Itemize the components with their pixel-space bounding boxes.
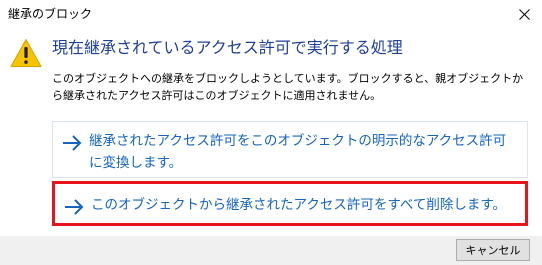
arrow-right-icon bbox=[65, 199, 84, 215]
dialog-description: このオブジェクトへの継承をブロックしようとしています。ブロックすると、親オブジェ… bbox=[52, 72, 524, 102]
cancel-button[interactable]: キャンセル bbox=[456, 239, 530, 261]
convert-permissions-label: 継承されたアクセス許可をこのオブジェクトの明示的なアクセス許可に変換します。 bbox=[89, 133, 507, 171]
dialog-heading: 現在継承されているアクセス許可で実行する処理 bbox=[52, 38, 403, 57]
remove-permissions-option[interactable]: このオブジェクトから継承されたアクセス許可をすべて削除します。 bbox=[52, 181, 528, 226]
title-bar: 継承のブロック bbox=[0, 0, 542, 28]
remove-permissions-label: このオブジェクトから継承されたアクセス許可をすべて削除します。 bbox=[91, 197, 506, 213]
warning-icon bbox=[10, 39, 42, 67]
convert-permissions-option[interactable]: 継承されたアクセス許可をこのオブジェクトの明示的なアクセス許可に変換します。 bbox=[52, 121, 528, 178]
close-button[interactable] bbox=[506, 0, 542, 28]
close-icon bbox=[518, 8, 530, 20]
dialog-footer: キャンセル bbox=[0, 236, 542, 265]
arrow-right-icon bbox=[63, 135, 82, 151]
window-title: 継承のブロック bbox=[8, 7, 93, 21]
